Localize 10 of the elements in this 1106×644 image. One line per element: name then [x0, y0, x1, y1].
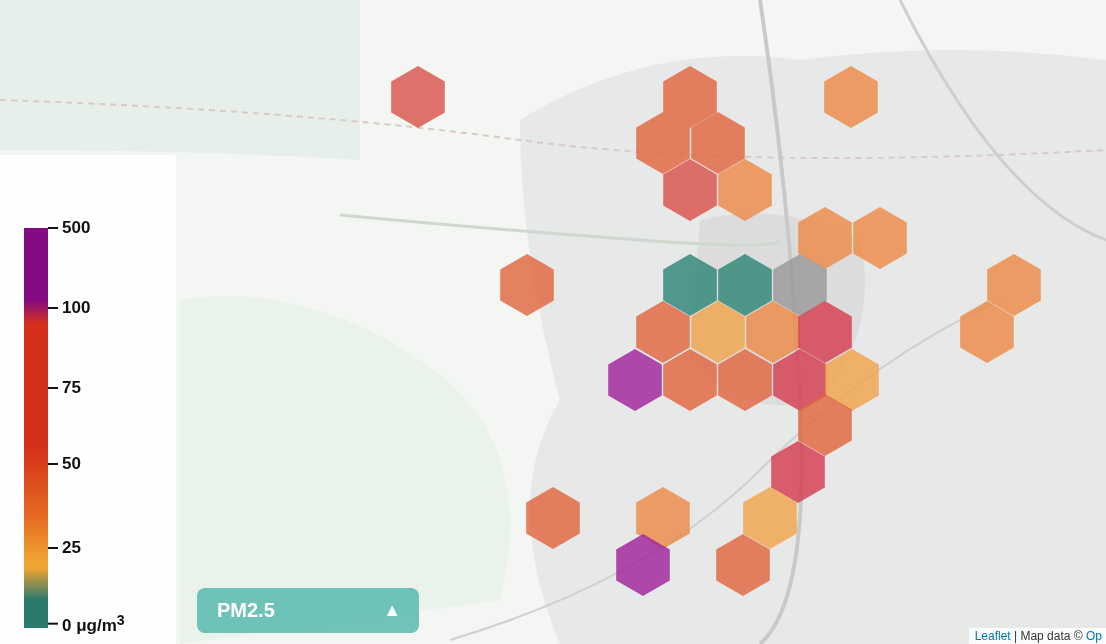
legend-label: 25	[62, 538, 81, 558]
leaflet-link[interactable]: Leaflet	[974, 629, 1011, 643]
legend-label: 100	[62, 298, 91, 318]
legend-label: 0 μg/m$^{3}$	[62, 611, 125, 637]
legend-label: 50	[62, 454, 81, 474]
attribution-text: Leaflet | Map data © Op	[968, 628, 1106, 644]
legend-label: 75	[62, 378, 81, 398]
source-link[interactable]: Op	[1086, 629, 1102, 643]
caret-icon: ▲	[383, 600, 401, 621]
legend-label: 500	[62, 218, 91, 238]
